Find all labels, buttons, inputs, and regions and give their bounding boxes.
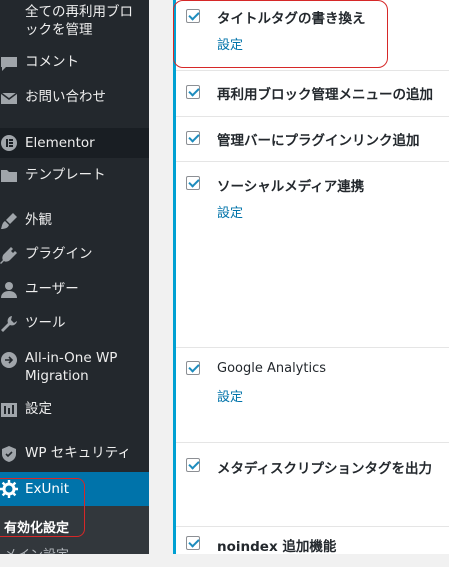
sidebar-item-label: 設定 bbox=[25, 401, 52, 417]
module-checkbox[interactable] bbox=[186, 176, 200, 190]
sidebar-item-all-in-one-wp-migration[interactable]: All-in-One WP Migration bbox=[0, 348, 149, 388]
sidebar-item-label: プラグイン bbox=[25, 246, 93, 262]
settings-link[interactable]: 設定 bbox=[217, 386, 243, 405]
paintbrush-icon bbox=[1, 213, 17, 229]
module-row-reusable-block-menu: 再利用ブロック管理メニューの追加 bbox=[176, 71, 449, 117]
module-checkbox[interactable] bbox=[186, 131, 200, 145]
sidebar-item-label: Migration bbox=[25, 368, 89, 384]
wrench-icon bbox=[1, 316, 17, 332]
plugin-icon bbox=[0, 247, 17, 264]
module-checkbox[interactable] bbox=[186, 361, 200, 375]
sidebar-item-plugins[interactable]: プラグイン bbox=[0, 244, 149, 266]
comment-icon bbox=[1, 57, 17, 71]
sidebar-item-elementor[interactable]: Elementor bbox=[0, 128, 149, 158]
user-icon bbox=[1, 282, 17, 298]
sidebar-item-comments[interactable]: コメント bbox=[0, 52, 149, 74]
sidebar-item-label: テンプレート bbox=[25, 167, 106, 183]
sidebar-item-tools[interactable]: ツール bbox=[0, 313, 149, 335]
sidebar-item-contact[interactable]: お問い合わせ bbox=[0, 87, 149, 109]
highlight-annotation-activation bbox=[0, 478, 85, 537]
module-title: Google Analytics bbox=[217, 361, 327, 376]
module-row-google-analytics: Google Analytics 設定 bbox=[176, 348, 449, 443]
module-title: 再利用ブロック管理メニューの追加 bbox=[217, 87, 433, 103]
sidebar-item-reusable-blocks[interactable]: 全ての再利用ブロ ックを管理 bbox=[0, 0, 149, 44]
sidebar-item-users[interactable]: ユーザー bbox=[0, 279, 149, 301]
highlight-annotation-title-tag bbox=[173, 0, 388, 68]
sidebar-item-label: コメント bbox=[25, 54, 79, 70]
sidebar-item-label: 全ての再利用ブロ bbox=[25, 4, 133, 20]
settings-icon bbox=[1, 403, 17, 417]
divider bbox=[0, 194, 149, 202]
module-title: 管理バーにプラグインリンク追加 bbox=[217, 133, 420, 149]
module-title: noindex 追加機能 bbox=[217, 539, 337, 555]
module-row-social-media: ソーシャルメディア連携 設定 bbox=[176, 162, 449, 348]
mail-icon bbox=[0, 92, 18, 104]
sidebar-item-label: ツール bbox=[25, 315, 66, 331]
sidebar-item-label: WP セキュリティ bbox=[25, 445, 131, 461]
sidebar-item-label: All-in-One WP bbox=[25, 350, 118, 366]
module-title: ソーシャルメディア連携 bbox=[217, 179, 365, 195]
sidebar-item-templates[interactable]: テンプレート bbox=[0, 158, 149, 194]
folder-icon bbox=[1, 170, 17, 182]
sidebar-item-label: Elementor bbox=[25, 135, 95, 151]
migration-icon bbox=[1, 352, 17, 368]
divider bbox=[0, 120, 149, 128]
sidebar-item-appearance[interactable]: 外観 bbox=[0, 210, 149, 232]
submenu-item-main-settings[interactable]: メイン設定 bbox=[4, 544, 69, 554]
elementor-icon bbox=[1, 135, 17, 151]
module-checkbox[interactable] bbox=[186, 85, 200, 99]
module-row-noindex: noindex 追加機能 bbox=[176, 527, 449, 567]
module-checkbox[interactable] bbox=[186, 536, 200, 550]
admin-sidebar: 全ての再利用ブロ ックを管理 コメント お問い合わせ Elementor テンプ… bbox=[0, 0, 149, 554]
sidebar-item-label: ユーザー bbox=[25, 281, 79, 297]
main-content: タイトルタグの書き換え 設定 再利用ブロック管理メニューの追加 管理バーにプラグ… bbox=[149, 0, 449, 555]
module-title: メタディスクリプションタグを出力 bbox=[217, 461, 433, 477]
module-table: タイトルタグの書き換え 設定 再利用ブロック管理メニューの追加 管理バーにプラグ… bbox=[176, 0, 449, 555]
sidebar-item-label: お問い合わせ bbox=[25, 89, 106, 105]
sidebar-item-label: ックを管理 bbox=[25, 22, 93, 38]
module-checkbox[interactable] bbox=[186, 458, 200, 472]
module-row-admin-bar-plugin-link: 管理バーにプラグインリンク追加 bbox=[176, 117, 449, 162]
module-row-meta-description: メタディスクリプションタグを出力 bbox=[176, 443, 449, 527]
shield-icon bbox=[2, 446, 16, 462]
sidebar-item-wp-security[interactable]: WP セキュリティ bbox=[0, 443, 149, 465]
sidebar-item-label: 外観 bbox=[25, 212, 52, 228]
settings-link[interactable]: 設定 bbox=[217, 202, 243, 221]
sidebar-item-settings[interactable]: 設定 bbox=[0, 399, 149, 421]
